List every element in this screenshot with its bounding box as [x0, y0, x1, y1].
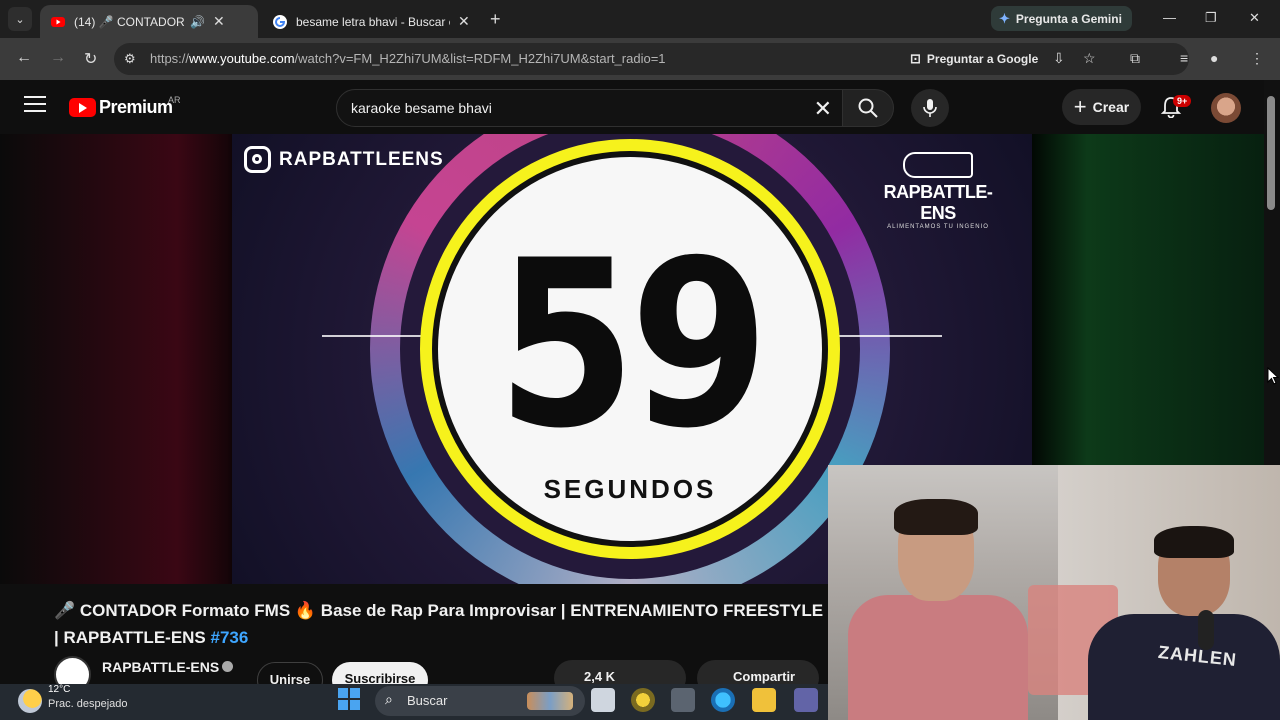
video-title-text: 🎤 CONTADOR Formato FMS 🔥 Base de Rap Par…	[54, 601, 824, 647]
taskbar-search[interactable]: ⌕ Buscar	[375, 686, 585, 716]
country-code: AR	[168, 95, 181, 105]
windows-start-icon[interactable]	[338, 688, 360, 710]
tab-title: besame letra bhavi - Buscar con Google	[296, 14, 450, 29]
webcam-overlay: ZAHLEN	[828, 465, 1280, 720]
menu-icon[interactable]	[24, 96, 46, 114]
microphone-icon	[923, 99, 937, 117]
taskbar-search-label: Buscar	[407, 693, 448, 708]
media-control-icon[interactable]: ≡	[1180, 50, 1188, 66]
search-query: karaoke besame bhavi	[351, 100, 492, 116]
minimize-icon[interactable]: —	[1163, 10, 1176, 25]
channel-row: RAPBATTLE-ENS Unirse Suscribirse 2,4 K C…	[54, 656, 829, 684]
microphone-logo-icon	[903, 152, 973, 178]
windows-taskbar: 12°C Prac. despejado ⌕ Buscar	[0, 684, 828, 720]
new-tab-icon[interactable]: +	[490, 9, 501, 30]
speaker-icon[interactable]: 🔊	[190, 15, 205, 29]
url-text[interactable]: https://www.youtube.com/watch?v=FM_H2Zhi…	[150, 51, 666, 66]
person-left-body	[848, 595, 1028, 720]
youtube-play-icon	[69, 98, 96, 117]
join-button[interactable]: Unirse	[257, 662, 323, 684]
bookmark-star-icon[interactable]: ☆	[1083, 50, 1096, 67]
hashtag-link[interactable]: #736	[211, 628, 249, 647]
address-bar[interactable]: ⚙ https://www.youtube.com/watch?v=FM_H2Z…	[114, 43, 1189, 75]
youtube-header: Premium AR karaoke besame bhavi ✕ + Crea…	[0, 80, 1264, 134]
handheld-microphone	[1198, 610, 1214, 650]
share-button[interactable]: Compartir	[697, 660, 819, 684]
lens-icon: ⊡	[910, 51, 921, 66]
person-left-hair	[894, 499, 978, 535]
youtube-favicon-icon	[51, 16, 65, 27]
tab-title: (14) 🎤 CONTADOR Formato FMS	[74, 14, 186, 29]
edge-browser-icon[interactable]	[711, 688, 735, 712]
scrollbar-thumb[interactable]	[1267, 96, 1275, 210]
install-app-icon[interactable]: ⇩	[1053, 50, 1065, 67]
search-icon	[858, 98, 878, 118]
voice-search-button[interactable]	[911, 89, 949, 127]
profile-icon[interactable]: ●	[1210, 50, 1218, 66]
instagram-watermark: RAPBATTLEENS	[244, 146, 444, 173]
clear-search-icon[interactable]: ✕	[814, 96, 832, 122]
video-title: 🎤 CONTADOR Formato FMS 🔥 Base de Rap Par…	[54, 597, 829, 651]
browser-toolbar: ← → ↻ ⚙ https://www.youtube.com/watch?v=…	[0, 38, 1280, 80]
person-right: ZAHLEN	[1088, 526, 1280, 720]
close-tab-icon[interactable]: ✕	[213, 13, 225, 30]
plus-icon: +	[1073, 94, 1087, 119]
notifications-badge: 9+	[1173, 95, 1192, 107]
tab-search-icon[interactable]: ⌄	[8, 7, 32, 31]
search-button[interactable]	[842, 89, 894, 127]
gemini-label: Pregunta a Gemini	[1015, 11, 1122, 26]
verified-icon	[222, 661, 233, 672]
file-explorer-icon[interactable]	[752, 688, 776, 712]
copilot-icon[interactable]	[631, 688, 655, 712]
brand-name: RAPBATTLE-ENS	[883, 182, 993, 223]
search-icon: ⌕	[385, 691, 393, 707]
search-highlight-image	[527, 692, 573, 710]
person-right-hair	[1154, 526, 1234, 558]
task-view-icon[interactable]	[591, 688, 615, 712]
google-favicon-icon	[273, 14, 287, 29]
instagram-icon	[244, 146, 271, 173]
person-right-body	[1088, 614, 1280, 720]
weather-description[interactable]: Prac. despejado	[48, 698, 128, 710]
logo-text: Premium	[99, 97, 173, 117]
tab-contador[interactable]: (14) 🎤 CONTADOR Formato FMS 🔊 ✕	[40, 5, 258, 38]
countdown-number: 59	[496, 211, 769, 480]
gemini-button[interactable]: ✦ Pregunta a Gemini	[991, 6, 1132, 31]
subscribe-button[interactable]: Suscribirse	[332, 662, 428, 684]
create-button[interactable]: + Crear	[1062, 89, 1141, 125]
person-left	[848, 499, 1028, 720]
mouse-cursor-icon	[1267, 367, 1279, 385]
create-label: Crear	[1092, 99, 1130, 115]
close-tab-icon[interactable]: ✕	[458, 13, 470, 30]
teams-icon[interactable]	[794, 688, 818, 712]
reload-icon[interactable]: ↻	[84, 49, 97, 69]
instagram-handle: RAPBATTLEENS	[279, 148, 444, 170]
tab-google-search[interactable]: besame letra bhavi - Buscar con Google ✕	[262, 5, 480, 38]
snipping-tool-icon[interactable]	[671, 688, 695, 712]
back-icon[interactable]: ←	[16, 49, 32, 67]
like-button[interactable]: 2,4 K	[554, 660, 686, 684]
countdown-label: SEGUNDOS	[543, 474, 717, 504]
search-input[interactable]: karaoke besame bhavi ✕	[336, 89, 843, 127]
forward-icon[interactable]: →	[50, 49, 66, 67]
more-menu-icon[interactable]: ⋮	[1250, 50, 1264, 67]
close-window-icon[interactable]: ✕	[1249, 10, 1260, 26]
ask-google-button[interactable]: ⊡ Preguntar a Google	[902, 48, 1046, 70]
site-info-icon[interactable]: ⚙	[124, 51, 136, 67]
temperature[interactable]: 12°C	[48, 684, 70, 695]
channel-avatar[interactable]	[54, 656, 91, 684]
browser-tab-bar: ⌄ (14) 🎤 CONTADOR Formato FMS 🔊 ✕ besame…	[0, 0, 1280, 38]
ask-google-label: Preguntar a Google	[926, 52, 1039, 66]
brand-tagline: ALIMENTAMOS TU INGENIO	[887, 224, 989, 230]
restore-icon[interactable]: ❐	[1205, 10, 1217, 26]
gemini-spark-icon: ✦	[999, 10, 1010, 26]
weather-icon[interactable]	[18, 689, 42, 713]
omnibox: ⚙ https://www.youtube.com/watch?v=FM_H2Z…	[114, 43, 1280, 75]
account-avatar[interactable]	[1211, 93, 1241, 123]
channel-name[interactable]: RAPBATTLE-ENS	[102, 659, 219, 675]
youtube-premium-logo[interactable]: Premium	[69, 97, 173, 118]
rapbattle-logo: RAPBATTLE-ENS ALIMENTAMOS TU INGENIO	[868, 152, 1008, 230]
extensions-icon[interactable]: ⧉	[1130, 50, 1140, 67]
